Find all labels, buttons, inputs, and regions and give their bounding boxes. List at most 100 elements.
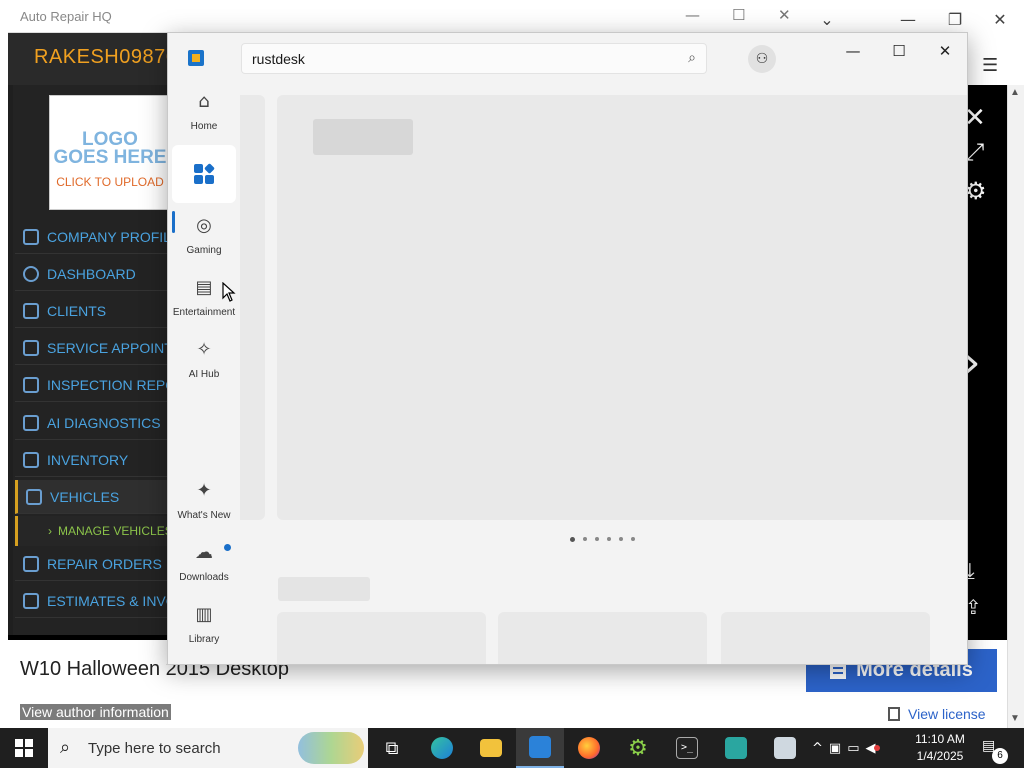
logo-placeholder-line2: GOES HERE bbox=[53, 147, 167, 168]
store-nav-gaming[interactable]: ◎ Gaming bbox=[172, 207, 236, 265]
arhq-close-button[interactable]: ✕ bbox=[778, 6, 791, 24]
viewer-close-button[interactable]: ✕ bbox=[985, 8, 1015, 32]
logo-upload-box[interactable]: LOGO GOES HERE CLICK TO UPLOAD bbox=[49, 95, 171, 210]
pager-dot[interactable] bbox=[570, 537, 575, 542]
edge-icon bbox=[431, 737, 453, 759]
nav-label: INVENTORY bbox=[47, 451, 129, 468]
terminal-button[interactable]: >_ bbox=[663, 728, 711, 768]
taskbar-search-box[interactable]: ⌕ Type here to search bbox=[48, 728, 368, 768]
chevron-down-icon[interactable]: ⌄ bbox=[812, 8, 842, 32]
network-icon[interactable]: ▭ bbox=[847, 741, 859, 756]
scroll-up-icon[interactable]: ▲ bbox=[1010, 87, 1020, 98]
system-tray: ^ ▣ ▭ ◀ bbox=[812, 728, 880, 768]
pager-dot[interactable] bbox=[595, 537, 599, 541]
nav-sub-label: MANAGE VEHICLES bbox=[58, 524, 173, 538]
hero-banner-placeholder[interactable] bbox=[277, 95, 967, 520]
store-nav-label: Gaming bbox=[186, 245, 222, 256]
chevron-up-icon[interactable]: ^ bbox=[812, 741, 823, 756]
store-bag-icon bbox=[725, 737, 747, 759]
pager-dot[interactable] bbox=[607, 537, 611, 541]
account-avatar-icon[interactable]: ⚇ bbox=[748, 45, 776, 73]
start-button[interactable] bbox=[0, 728, 48, 768]
remote-desktop-button[interactable] bbox=[761, 728, 809, 768]
building-icon bbox=[23, 228, 39, 245]
pager-dot[interactable] bbox=[631, 537, 635, 541]
author-info-link[interactable]: View author information bbox=[20, 704, 171, 720]
volume-muted-icon[interactable]: ◀ bbox=[866, 741, 880, 756]
cloud-download-icon: ☁ bbox=[195, 542, 213, 563]
store-search-box[interactable]: rustdesk ⌕ bbox=[241, 43, 707, 74]
pager-dot[interactable] bbox=[619, 537, 623, 541]
viewer-scrollbar[interactable]: ▲ ▼ bbox=[1007, 85, 1024, 728]
file-explorer-button[interactable] bbox=[467, 728, 515, 768]
search-highlight-art bbox=[298, 732, 364, 764]
windows-taskbar: ⌕ Type here to search ⧉ ⚙ >_ ^ ▣ ▭ ◀ 11:… bbox=[0, 728, 1024, 768]
invoice-icon bbox=[23, 592, 39, 609]
hero-previous-slide[interactable] bbox=[240, 95, 265, 520]
firefox-button[interactable] bbox=[565, 728, 613, 768]
firefox-icon bbox=[578, 737, 600, 759]
task-view-icon: ⧉ bbox=[385, 737, 399, 759]
sparkle-icon: ✧ bbox=[196, 339, 212, 360]
store-nav-apps[interactable] bbox=[172, 145, 236, 203]
store-minimize-button[interactable]: — bbox=[838, 39, 868, 63]
mouse-cursor-icon bbox=[222, 282, 236, 302]
view-license-link[interactable]: View license bbox=[888, 706, 986, 722]
arhq-maximize-button[interactable]: ☐ bbox=[732, 6, 745, 24]
arhq-username[interactable]: RAKESH09876 bbox=[34, 46, 177, 69]
store-nav-downloads[interactable]: ☁ Downloads bbox=[172, 534, 236, 592]
settings-app-button[interactable]: ⚙ bbox=[614, 728, 662, 768]
file-explorer-icon bbox=[480, 739, 502, 757]
store-nav-ai-hub[interactable]: ✧ AI Hub bbox=[172, 331, 236, 389]
store-nav-label: Library bbox=[188, 634, 220, 645]
meet-now-icon[interactable]: ▣ bbox=[829, 741, 841, 756]
app-card-placeholder[interactable] bbox=[277, 612, 486, 664]
store-nav-library[interactable]: ▥ Library bbox=[172, 596, 236, 654]
app-card-placeholder[interactable] bbox=[721, 612, 930, 664]
clock-time: 11:10 AM bbox=[915, 732, 965, 746]
gamepad-icon: ◎ bbox=[196, 215, 212, 236]
taskbar-clock[interactable]: 11:10 AM 1/4/2025 bbox=[910, 731, 970, 765]
notification-count-badge: 6 bbox=[992, 748, 1008, 764]
store-nav-home[interactable]: ⌂ Home bbox=[172, 83, 236, 141]
viewer-restore-button[interactable]: ❐ bbox=[940, 8, 970, 32]
edge-button[interactable] bbox=[418, 728, 466, 768]
microsoft-store-taskbar-button[interactable] bbox=[516, 728, 564, 768]
nav-label: REPAIR ORDERS bbox=[47, 555, 162, 572]
viewer-minimize-button[interactable]: — bbox=[893, 8, 923, 32]
scroll-down-icon[interactable]: ▼ bbox=[1010, 713, 1020, 724]
clapperboard-icon: ▤ bbox=[195, 277, 213, 298]
arhq-minimize-button[interactable]: — bbox=[685, 6, 700, 24]
mute-badge bbox=[873, 744, 880, 751]
store-nav-label: Home bbox=[190, 121, 218, 132]
nav-label: DASHBOARD bbox=[47, 265, 136, 282]
chevron-right-icon: › bbox=[48, 524, 52, 538]
search-icon[interactable]: ⌕ bbox=[688, 50, 696, 66]
store-close-button[interactable]: ✕ bbox=[930, 39, 960, 63]
microsoft-store-window: rustdesk ⌕ ⚇ — ☐ ✕ ⌂ Home ◎ Gaming ▤ Ent… bbox=[167, 32, 968, 665]
store-bag-button[interactable] bbox=[712, 728, 760, 768]
wrench-icon bbox=[23, 555, 39, 572]
license-icon bbox=[888, 707, 900, 721]
chip-icon bbox=[23, 414, 39, 431]
store-nav-whats-new[interactable]: ✦ What's New bbox=[172, 472, 236, 530]
nav-label: VEHICLES bbox=[50, 488, 120, 505]
task-view-button[interactable]: ⧉ bbox=[368, 728, 416, 768]
store-nav-label: AI Hub bbox=[188, 369, 220, 380]
windows-logo-icon bbox=[15, 739, 33, 757]
settings-gear-app-icon: ⚙ bbox=[628, 735, 648, 761]
car-icon bbox=[26, 488, 42, 505]
store-search-input[interactable]: rustdesk bbox=[252, 51, 305, 67]
store-content-area bbox=[240, 95, 967, 664]
apps-icon bbox=[194, 163, 215, 184]
store-maximize-button[interactable]: ☐ bbox=[884, 39, 914, 63]
app-card-placeholder[interactable] bbox=[498, 612, 707, 664]
nav-label: AI DIAGNOSTICS bbox=[47, 414, 161, 431]
gear-icon[interactable]: ⚙ bbox=[965, 177, 987, 205]
hamburger-menu-icon[interactable]: ☰ bbox=[982, 55, 998, 76]
contact-card-icon bbox=[23, 302, 39, 319]
carousel-pager[interactable] bbox=[570, 537, 635, 542]
store-nav-label: What's New bbox=[177, 510, 231, 521]
logo-upload-hint: CLICK TO UPLOAD bbox=[56, 175, 164, 189]
pager-dot[interactable] bbox=[583, 537, 587, 541]
